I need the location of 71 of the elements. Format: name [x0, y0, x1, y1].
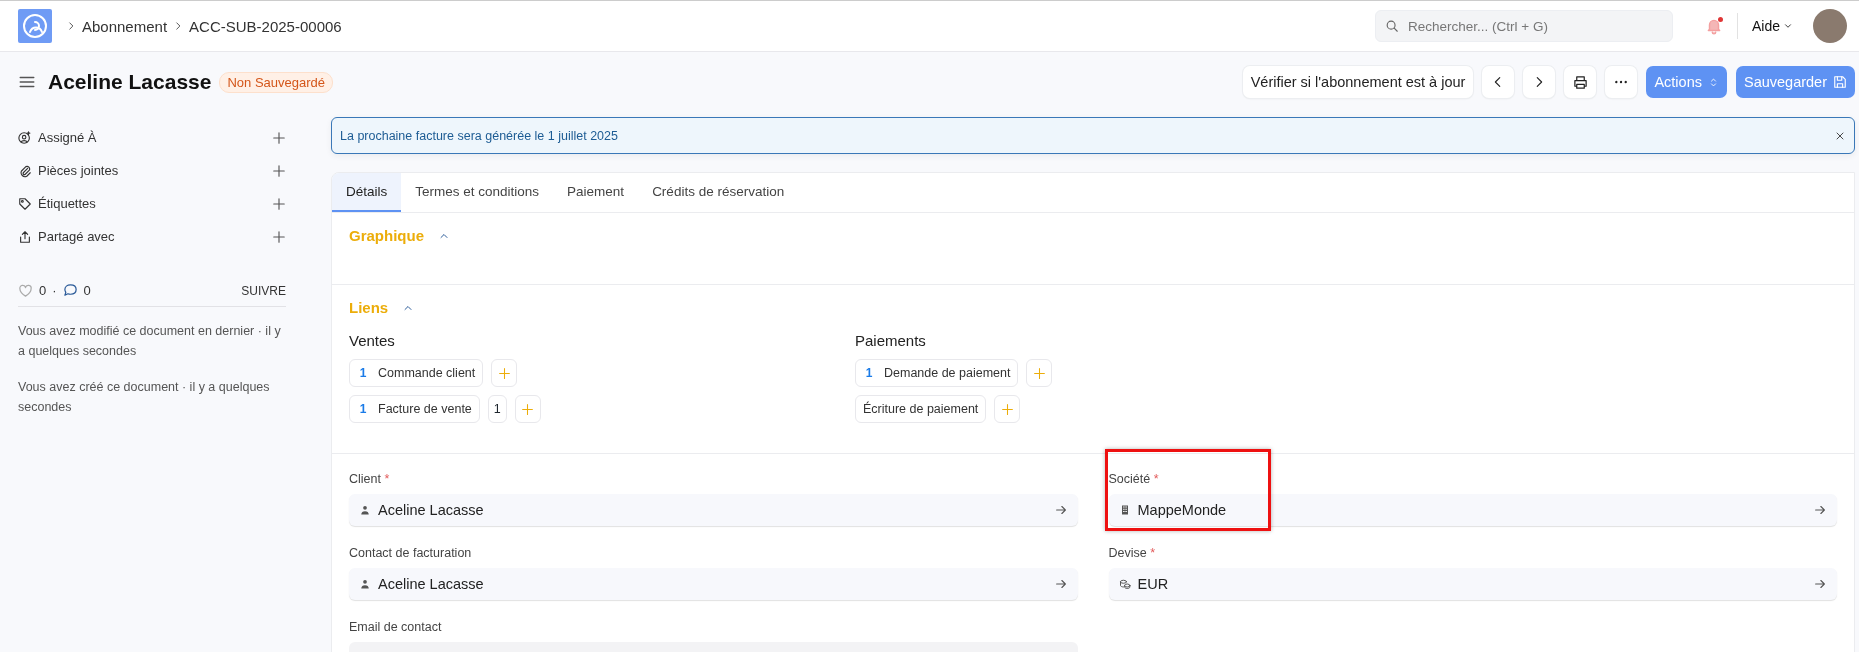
- count-text: 1: [358, 366, 368, 380]
- tab[interactable]: Termes et conditions: [401, 173, 554, 212]
- field-label: Contact de facturation: [349, 546, 473, 560]
- breadcrumb-link[interactable]: ACC-SUB-2025-00006: [189, 17, 342, 35]
- arrow-right-icon[interactable]: [1053, 577, 1068, 591]
- coins-icon: [1118, 578, 1131, 590]
- field-label: Devise *: [1108, 546, 1157, 560]
- search-icon: [1384, 19, 1399, 33]
- chevron-right-icon: [66, 21, 76, 31]
- avatar[interactable]: [1813, 9, 1847, 43]
- tab[interactable]: Détails: [332, 173, 402, 212]
- group-title: Paiements: [855, 332, 927, 349]
- follow-link[interactable]: SUIVRE: [241, 283, 286, 298]
- arrow-right-icon[interactable]: [1053, 503, 1068, 517]
- field-label: Email de contact: [349, 620, 443, 634]
- person-icon: [359, 578, 371, 590]
- plus-icon: [521, 402, 535, 416]
- separator-dot: ·: [52, 283, 57, 298]
- link-field[interactable]: EUR: [1108, 568, 1837, 600]
- sidebar-item[interactable]: Pièces jointes: [38, 163, 266, 178]
- save-icon: [1833, 75, 1847, 89]
- tag-icon: [18, 196, 32, 211]
- activity-text: Vous avez créé ce document · il y a quelques secondes: [18, 379, 271, 416]
- sidebar-item[interactable]: Étiquettes: [38, 196, 266, 211]
- app-logo[interactable]: [18, 9, 52, 43]
- plus-icon: [1033, 366, 1046, 380]
- sidebar-item[interactable]: Partagé avec: [38, 229, 266, 244]
- link-field[interactable]: MappeMonde: [1108, 494, 1837, 526]
- count-text: 1: [358, 402, 368, 416]
- document-title: Aceline Lacasse: [48, 70, 212, 94]
- linked-document-chip[interactable]: 1 Facture de vente: [349, 395, 480, 423]
- like-count: 0: [39, 283, 47, 298]
- arrow-right-icon[interactable]: [1813, 503, 1827, 517]
- assign-user-icon: [18, 130, 32, 145]
- count-chip[interactable]: 1: [487, 395, 507, 423]
- comment-count: 0: [83, 283, 91, 298]
- check-subscription-button[interactable]: Vérifier si l'abonnement est à jour: [1242, 66, 1474, 98]
- person-icon: [359, 504, 371, 516]
- print-button[interactable]: [1564, 66, 1597, 98]
- more-icon: [1615, 80, 1628, 84]
- printer-icon: [1572, 74, 1588, 90]
- tab[interactable]: Paiement: [553, 173, 639, 212]
- search-field[interactable]: Rechercher... (Ctrl + G): [1374, 10, 1673, 42]
- field-label: Société *: [1108, 472, 1160, 486]
- chevron-down-icon: [1783, 21, 1793, 31]
- share-icon: [18, 229, 32, 244]
- paperclip-icon: [18, 163, 32, 178]
- activity-text: Vous avez modifié ce document en dernier · il y a quelques secondes: [18, 323, 282, 360]
- add-button[interactable]: [994, 395, 1021, 423]
- tab[interactable]: Crédits de réservation: [638, 173, 799, 212]
- link-field[interactable]: Aceline Lacasse: [349, 568, 1078, 600]
- comment-icon[interactable]: [62, 283, 78, 298]
- linked-document-chip[interactable]: 1 Commande client: [349, 359, 484, 387]
- linked-document-chip[interactable]: Écriture de paiement: [855, 395, 987, 423]
- link-field[interactable]: Aceline Lacasse: [349, 494, 1078, 526]
- plus-icon: [497, 366, 511, 380]
- arrow-right-icon[interactable]: [1813, 577, 1827, 591]
- add-button[interactable]: [1026, 359, 1053, 387]
- add-button[interactable]: [491, 359, 518, 387]
- field-label: Client *: [349, 472, 391, 486]
- sidebar-item[interactable]: Assigné À: [38, 130, 266, 145]
- alert-message: La prochaine facture sera générée le 1 juillet 2025: [340, 128, 619, 143]
- help-menu[interactable]: Aide: [1751, 18, 1793, 34]
- heart-icon[interactable]: [18, 283, 33, 298]
- breadcrumb-link[interactable]: Abonnement: [82, 17, 168, 35]
- plus-icon: [1000, 402, 1014, 416]
- group-title: Ventes: [349, 332, 396, 349]
- count-text: 1: [864, 366, 874, 380]
- status-badge: Non Sauvegardé: [219, 71, 333, 93]
- linked-document-chip[interactable]: 1 Demande de paiement: [855, 359, 1019, 387]
- add-button[interactable]: [514, 395, 541, 423]
